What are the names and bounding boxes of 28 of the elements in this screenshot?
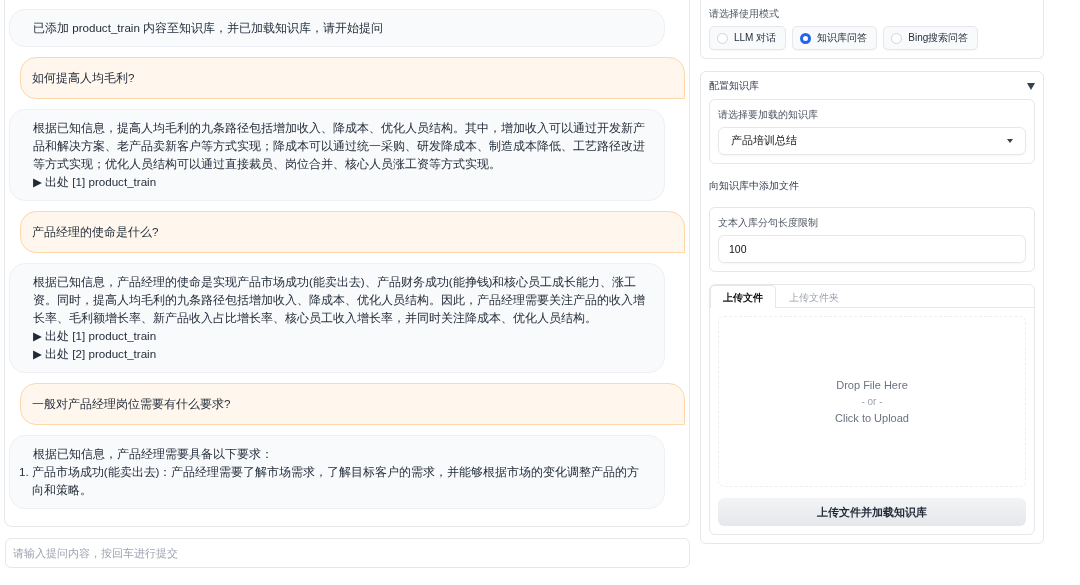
mode-radio-option[interactable]: Bing搜索问答 xyxy=(883,26,979,50)
add-files-heading: 向知识库中添加文件 xyxy=(709,179,800,193)
caret-icon xyxy=(1007,139,1013,143)
message-text: 一般对产品经理岗位需要有什么要求? xyxy=(32,396,232,412)
message-text: 根据已知信息，产品经理的使命是实现产品市场成功(能卖出去)、产品财务成功(能挣钱)和核心员工成长能力、涨工资。同时，提高人均毛利的九条路径包括增加收入、降成本、优化人员结构。因此，产品经理需要关注产品的收入增长率、毛利额增长率、新产品收入占比增长率、核心员工收入增长率，并同时关注降成本、优化人员结构。 xyxy=(33,274,646,326)
upload-tab[interactable]: 上传文件 xyxy=(710,285,776,308)
question-input-field[interactable]: 请输入提问内容，按回车进行提交 xyxy=(5,538,690,568)
select-label: 请选择要加载的知识库 xyxy=(718,108,819,122)
message-text: 根据已知信息，提高人均毛利的九条路径包括增加收入、降成本、优化人员结构。其中，增加收入可以通过开发新产品和解决方案、老产品卖新客户等方式实现；降成本可以通过统一采购、研发降成本、制造成本降低、工艺路径改进等方式实现；优化人员结构可以通过直接裁员、岗位合并、核心人员涨工资等方式实现。 xyxy=(33,120,646,172)
source-toggle[interactable]: ▶ 出处 [1] product_train xyxy=(33,173,646,191)
section-title: 配置知识库 xyxy=(709,79,759,93)
source-toggle[interactable]: ▶ 出处 [1] product_train xyxy=(33,327,646,345)
message-text: 产品经理的使命是什么? xyxy=(32,224,160,240)
knowledge-base-dropdown[interactable]: 产品培训总结 xyxy=(718,127,1026,155)
collapse-triangle-icon[interactable] xyxy=(1027,82,1035,90)
file-dropzone[interactable]: Drop File Here - or - Click to Upload xyxy=(718,316,1026,487)
chunk-length-field[interactable]: 100 xyxy=(718,235,1026,263)
list-number: 1. xyxy=(19,464,29,480)
message-text: 已添加 product_train 内容至知识库，并已加载知识库，请开始提问 xyxy=(33,20,385,36)
message-text: 如何提高人均毛利? xyxy=(32,70,136,86)
source-toggle[interactable]: ▶ 出处 [2] product_train xyxy=(33,345,646,363)
upload-load-button[interactable]: 上传文件并加载知识库 xyxy=(718,498,1026,526)
mode-label: 请选择使用模式 xyxy=(709,7,780,21)
list-item-text: 产品市场成功(能卖出去)：产品经理需要了解市场需求，了解目标客户的需求，并能够根据市场的变化调整产品的方向和策略。 xyxy=(31,464,641,498)
mode-radio-option[interactable]: LLM 对话 xyxy=(709,26,787,50)
chunk-label: 文本入库分句长度限制 xyxy=(718,216,819,230)
mode-radio-option[interactable]: 知识库问答 xyxy=(792,26,878,50)
message-text: 根据已知信息，产品经理需要具备以下要求： xyxy=(33,446,274,462)
